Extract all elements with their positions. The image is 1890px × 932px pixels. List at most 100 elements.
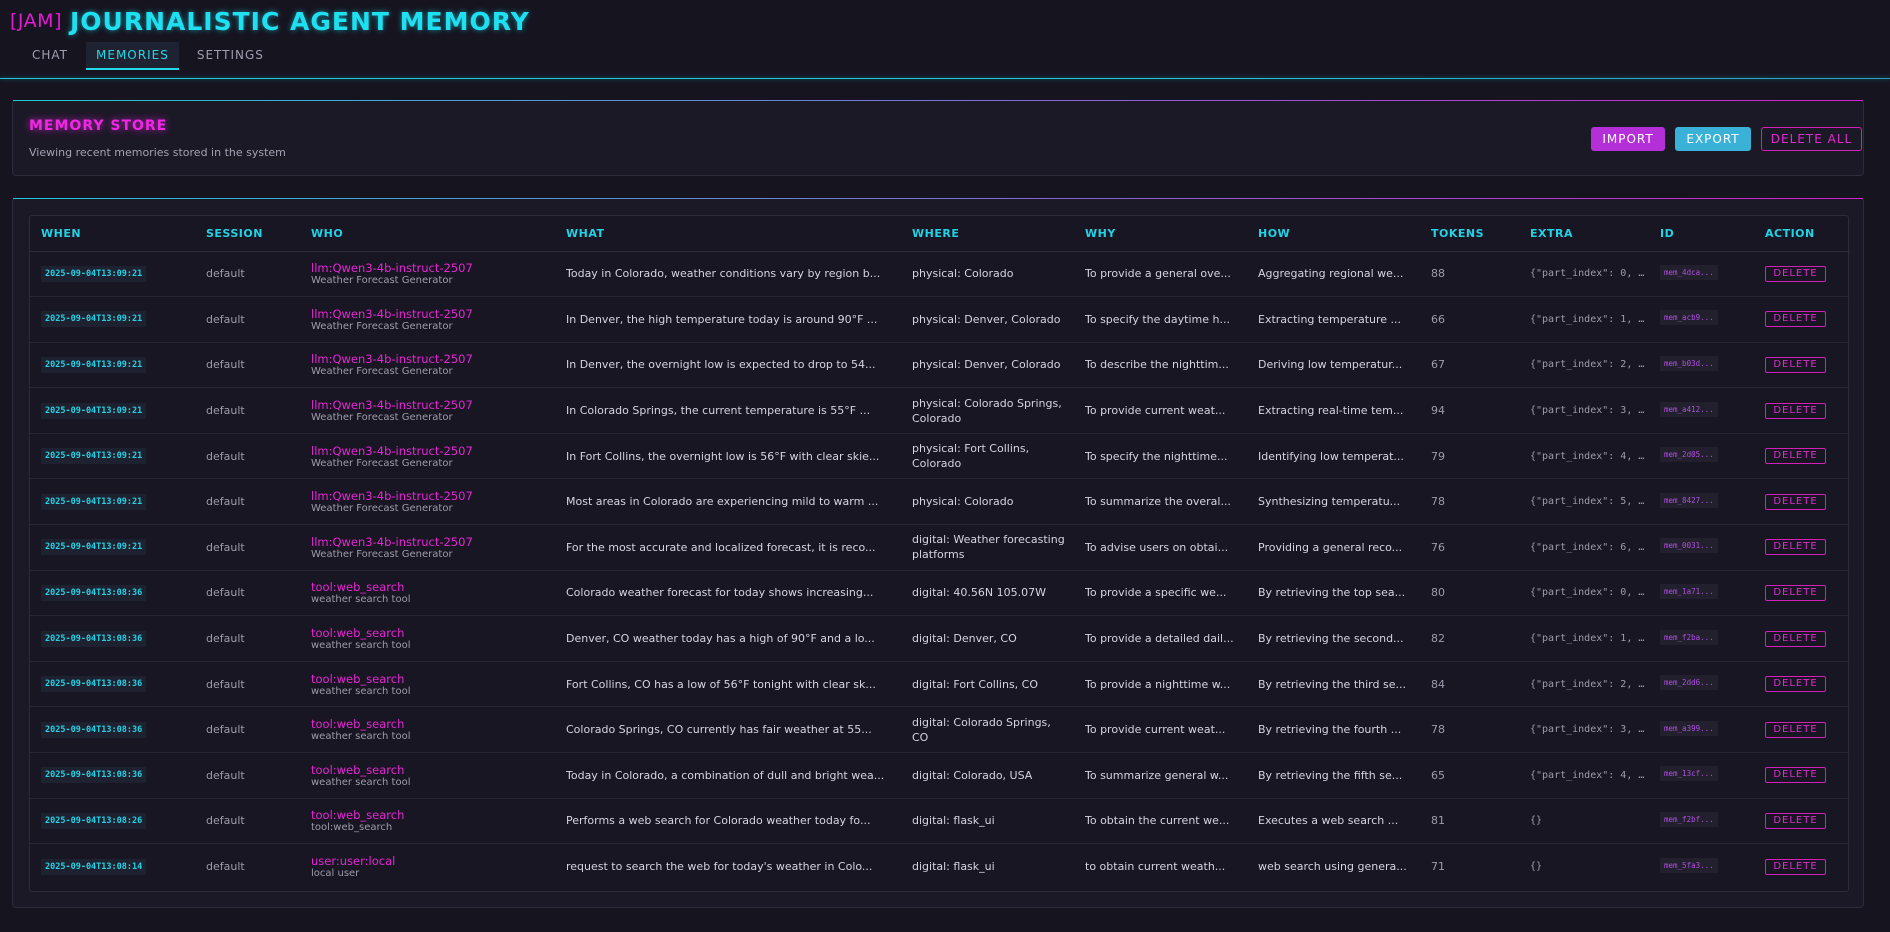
- cell-id: mem_13cf...: [1649, 753, 1754, 799]
- cell-how: Extracting temperature ...: [1247, 297, 1420, 343]
- delete-button[interactable]: DELETE: [1765, 676, 1826, 693]
- who-agent: tool:web_search: [311, 808, 405, 823]
- who-description: Weather Forecast Generator: [311, 412, 453, 424]
- table-row[interactable]: 2025-09-04T13:09:21 default llm:Qwen3-4b-i…: [30, 433, 1850, 479]
- cell-when: 2025-09-04T13:09:21: [30, 479, 195, 525]
- cell-tokens: 82: [1431, 632, 1445, 646]
- cell-extra: {"part_index": 2, "t...: [1519, 342, 1649, 388]
- cell-when: 2025-09-04T13:08:36: [30, 616, 195, 662]
- table-row[interactable]: 2025-09-04T13:08:36 default tool:web_searc…: [30, 570, 1850, 616]
- why-text: To specify the daytime h...: [1085, 312, 1230, 326]
- extra-text: {"part_index": 3, "t...: [1530, 405, 1649, 417]
- who-description: Weather Forecast Generator: [311, 548, 453, 560]
- column-header-tokens[interactable]: TOKENS: [1420, 216, 1519, 252]
- delete-button[interactable]: DELETE: [1765, 584, 1826, 601]
- column-header-how[interactable]: HOW: [1247, 216, 1420, 252]
- who-agent: tool:web_search: [311, 762, 405, 777]
- who-agent: llm:Qwen3-4b-instruct-2507: [311, 398, 473, 413]
- delete-button[interactable]: DELETE: [1765, 356, 1826, 373]
- what-text: Today in Colorado, weather conditions va…: [566, 267, 881, 281]
- cell-id: mem_f2bf...: [1649, 798, 1754, 844]
- table-row[interactable]: 2025-09-04T13:09:21 default llm:Qwen3-4b-i…: [30, 388, 1850, 434]
- cell-id: mem_acb9...: [1649, 297, 1754, 343]
- column-header-where[interactable]: WHERE: [901, 216, 1074, 252]
- column-header-who[interactable]: WHO: [300, 216, 555, 252]
- delete-button[interactable]: DELETE: [1765, 858, 1826, 875]
- why-text: To provide current weat...: [1085, 404, 1226, 418]
- who-description: Weather Forecast Generator: [311, 503, 453, 515]
- column-header-what[interactable]: WHAT: [555, 216, 901, 252]
- column-header-session[interactable]: SESSION: [195, 216, 300, 252]
- id-badge: mem_f2bf...: [1660, 811, 1718, 827]
- delete-button[interactable]: DELETE: [1765, 539, 1826, 556]
- table-row[interactable]: 2025-09-04T13:09:21 default llm:Qwen3-4b-i…: [30, 525, 1850, 571]
- id-badge: mem_a412...: [1660, 401, 1718, 417]
- table-row[interactable]: 2025-09-04T13:08:26 default tool:web_searc…: [30, 798, 1850, 844]
- what-text: For the most accurate and localized fore…: [566, 540, 876, 554]
- table-row[interactable]: 2025-09-04T13:08:36 default tool:web_searc…: [30, 616, 1850, 662]
- cell-extra: {"part_index": 2, "t...: [1519, 661, 1649, 707]
- delete-button[interactable]: DELETE: [1765, 767, 1826, 784]
- how-text: By retrieving the third se...: [1258, 677, 1406, 691]
- tab-chat[interactable]: CHAT: [22, 42, 78, 70]
- delete-button[interactable]: DELETE: [1765, 812, 1826, 829]
- what-text: In Denver, the high temperature today is…: [566, 312, 878, 326]
- table-row[interactable]: 2025-09-04T13:09:21 default llm:Qwen3-4b-i…: [30, 479, 1850, 525]
- extra-text: {}: [1530, 815, 1543, 827]
- id-badge: mem_5fa3...: [1660, 857, 1718, 873]
- how-text: By retrieving the second...: [1258, 632, 1404, 646]
- cell-how: By retrieving the fourth ...: [1247, 707, 1420, 753]
- who-description: Weather Forecast Generator: [311, 457, 453, 469]
- who-agent: llm:Qwen3-4b-instruct-2507: [311, 352, 473, 367]
- cell-session: default: [206, 677, 245, 691]
- cell-why: To provide current weat...: [1074, 388, 1247, 434]
- cell-where: digital: flask_ui: [912, 860, 995, 874]
- cell-how: By retrieving the third se...: [1247, 661, 1420, 707]
- cell-where: physical: Denver, Colorado: [912, 312, 1061, 326]
- who-agent: llm:Qwen3-4b-instruct-2507: [311, 489, 473, 504]
- why-text: To summarize the overal...: [1085, 495, 1231, 509]
- table-row[interactable]: 2025-09-04T13:09:21 default llm:Qwen3-4b-i…: [30, 251, 1850, 297]
- column-header-when[interactable]: WHEN: [30, 216, 195, 252]
- delete-button[interactable]: DELETE: [1765, 311, 1826, 328]
- main-nav: CHAT MEMORIES SETTINGS: [22, 42, 1880, 70]
- table-row[interactable]: 2025-09-04T13:09:21 default llm:Qwen3-4b-i…: [30, 342, 1850, 388]
- tab-settings[interactable]: SETTINGS: [187, 42, 274, 70]
- import-button[interactable]: IMPORT: [1591, 127, 1665, 151]
- cell-where: digital: Fort Collins, CO: [912, 677, 1039, 691]
- extra-text: {"part_index": 3, "t...: [1530, 724, 1649, 736]
- how-text: Deriving low temperatur...: [1258, 358, 1403, 372]
- export-button[interactable]: EXPORT: [1675, 127, 1751, 151]
- cell-why: To provide current weat...: [1074, 707, 1247, 753]
- tab-memories[interactable]: MEMORIES: [86, 42, 179, 70]
- cell-extra: {"part_index": 4, "t...: [1519, 433, 1649, 479]
- delete-button[interactable]: DELETE: [1765, 630, 1826, 647]
- delete-button[interactable]: DELETE: [1765, 721, 1826, 738]
- cell-id: mem_f2ba...: [1649, 616, 1754, 662]
- cell-how: Deriving low temperatur...: [1247, 342, 1420, 388]
- delete-button[interactable]: DELETE: [1765, 265, 1826, 282]
- table-row[interactable]: 2025-09-04T13:08:36 default tool:web_searc…: [30, 707, 1850, 753]
- column-header-extra[interactable]: EXTRA: [1519, 216, 1649, 252]
- cell-action: DELETE: [1754, 479, 1850, 525]
- why-text: To describe the nighttim...: [1085, 358, 1229, 372]
- cell-what: Most areas in Colorado are experiencing …: [555, 479, 901, 525]
- cell-how: By retrieving the second...: [1247, 616, 1420, 662]
- column-header-id[interactable]: ID: [1649, 216, 1754, 252]
- delete-button[interactable]: DELETE: [1765, 402, 1826, 419]
- table-row[interactable]: 2025-09-04T13:08:36 default tool:web_searc…: [30, 661, 1850, 707]
- table-row[interactable]: 2025-09-04T13:09:21 default llm:Qwen3-4b-i…: [30, 297, 1850, 343]
- cell-who: user:user:local local user: [300, 844, 555, 890]
- timestamp-badge: 2025-09-04T13:09:21: [41, 493, 147, 510]
- table-row[interactable]: 2025-09-04T13:08:14 default user:user:loca…: [30, 844, 1850, 890]
- timestamp-badge: 2025-09-04T13:08:36: [41, 767, 147, 784]
- table-row[interactable]: 2025-09-04T13:08:36 default tool:web_searc…: [30, 753, 1850, 799]
- what-text: Performs a web search for Colorado weath…: [566, 814, 871, 828]
- delete-button[interactable]: DELETE: [1765, 448, 1826, 465]
- what-text: request to search the web for today's we…: [566, 860, 873, 874]
- delete-button[interactable]: DELETE: [1765, 493, 1826, 510]
- memories-table-container: WHEN SESSION WHO WHAT WHERE WHY HOW TOKE…: [29, 215, 1850, 892]
- cell-id: mem_4dca...: [1649, 251, 1754, 297]
- column-header-why[interactable]: WHY: [1074, 216, 1247, 252]
- delete-all-button[interactable]: DELETE ALL: [1761, 127, 1862, 151]
